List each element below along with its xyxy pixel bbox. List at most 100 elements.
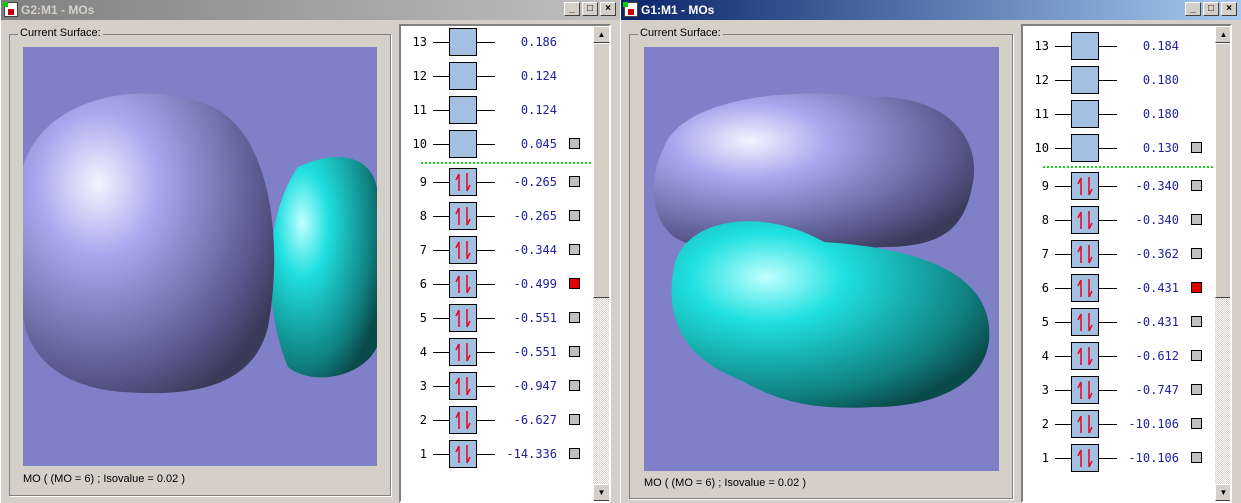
- scroll-thumb[interactable]: [593, 43, 609, 298]
- orbital-surface-toggle[interactable]: [569, 244, 580, 255]
- orbital-row[interactable]: 1 -10.106: [1023, 444, 1213, 474]
- orbital-row[interactable]: 2 -6.627: [401, 406, 591, 436]
- orbital-level-box[interactable]: [449, 96, 477, 124]
- orbital-row[interactable]: 4 -0.612: [1023, 342, 1213, 372]
- orbital-row[interactable]: 5 -0.551: [401, 304, 591, 334]
- orbital-level-box[interactable]: [1071, 274, 1099, 302]
- orbital-surface-toggle[interactable]: [569, 346, 580, 357]
- orbital-row[interactable]: 1 -14.336: [401, 440, 591, 470]
- scroll-thumb[interactable]: [1215, 43, 1230, 298]
- orbital-surface-toggle[interactable]: [569, 448, 580, 459]
- orbital-row[interactable]: 13 0.184: [1023, 32, 1213, 62]
- orbital-row[interactable]: 12 0.180: [1023, 66, 1213, 96]
- orbital-level-box[interactable]: [1071, 100, 1099, 128]
- title-bar[interactable]: G1:M1 - MOs _ □ ×: [621, 0, 1241, 20]
- orbital-row[interactable]: 3 -0.747: [1023, 376, 1213, 406]
- orbital-level-box[interactable]: [1071, 172, 1099, 200]
- orbital-row[interactable]: 11 0.180: [1023, 100, 1213, 130]
- orbital-number: 13: [1034, 39, 1049, 53]
- electron-pair-icon: [1077, 211, 1093, 230]
- orbital-level-box[interactable]: [449, 168, 477, 196]
- title-bar[interactable]: G2:M1 - MOs _ □ ×: [1, 0, 620, 20]
- orbital-surface-toggle[interactable]: [1191, 282, 1202, 293]
- orbital-row[interactable]: 10 0.045: [401, 130, 591, 160]
- mo-list[interactable]: 13 0.184 12 0.180 11 0.180 10 0.130 9 -0…: [1021, 24, 1232, 503]
- orbital-level-box[interactable]: [449, 202, 477, 230]
- mo-list[interactable]: 13 0.186 12 0.124 11 0.124 10 0.045 9 -0…: [399, 24, 611, 503]
- orbital-surface-toggle[interactable]: [1191, 350, 1202, 361]
- orbital-level-box[interactable]: [449, 440, 477, 468]
- orbital-surface-toggle[interactable]: [1191, 142, 1202, 153]
- orbital-level-box[interactable]: [1071, 32, 1099, 60]
- orbital-row[interactable]: 12 0.124: [401, 62, 591, 92]
- orbital-row[interactable]: 6 -0.499: [401, 270, 591, 300]
- orbital-surface-toggle[interactable]: [569, 312, 580, 323]
- close-button[interactable]: ×: [600, 2, 616, 16]
- orbital-level-box[interactable]: [449, 406, 477, 434]
- orbital-level-box[interactable]: [449, 338, 477, 366]
- orbital-surface-toggle[interactable]: [569, 278, 580, 289]
- orbital-level-box[interactable]: [1071, 66, 1099, 94]
- orbital-surface-toggle[interactable]: [1191, 452, 1202, 463]
- orbital-surface-toggle[interactable]: [569, 414, 580, 425]
- orbital-number: 9: [419, 175, 427, 189]
- orbital-surface-toggle[interactable]: [1191, 248, 1202, 259]
- scrollbar[interactable]: ▲ ▼: [1215, 26, 1230, 501]
- minimize-button[interactable]: _: [1185, 2, 1201, 16]
- orbital-row[interactable]: 3 -0.947: [401, 372, 591, 402]
- orbital-level-box[interactable]: [449, 130, 477, 158]
- orbital-row[interactable]: 7 -0.344: [401, 236, 591, 266]
- orbital-row[interactable]: 4 -0.551: [401, 338, 591, 368]
- scroll-down-button[interactable]: ▼: [1215, 484, 1230, 501]
- orbital-level-box[interactable]: [449, 28, 477, 56]
- orbital-row[interactable]: 13 0.186: [401, 28, 591, 58]
- orbital-row[interactable]: 11 0.124: [401, 96, 591, 126]
- maximize-button[interactable]: □: [582, 2, 598, 16]
- level-line: [433, 76, 449, 77]
- close-button[interactable]: ×: [1221, 2, 1237, 16]
- orbital-surface-toggle[interactable]: [1191, 316, 1202, 327]
- orbital-level-box[interactable]: [1071, 308, 1099, 336]
- orbital-surface-toggle[interactable]: [569, 138, 580, 149]
- orbital-level-box[interactable]: [1071, 240, 1099, 268]
- orbital-row[interactable]: 7 -0.362: [1023, 240, 1213, 270]
- orbital-row[interactable]: 8 -0.340: [1023, 206, 1213, 236]
- scroll-up-button[interactable]: ▲: [593, 26, 609, 43]
- orbital-level-box[interactable]: [449, 270, 477, 298]
- level-line: [433, 454, 449, 455]
- orbital-surface-toggle[interactable]: [569, 380, 580, 391]
- orbital-level-box[interactable]: [449, 236, 477, 264]
- orbital-level-box[interactable]: [1071, 134, 1099, 162]
- scroll-up-button[interactable]: ▲: [1215, 26, 1230, 43]
- orbital-surface-toggle[interactable]: [1191, 214, 1202, 225]
- orbital-row[interactable]: 5 -0.431: [1023, 308, 1213, 338]
- orbital-row[interactable]: 9 -0.340: [1023, 172, 1213, 202]
- orbital-level-box[interactable]: [1071, 206, 1099, 234]
- orbital-surface-toggle[interactable]: [569, 176, 580, 187]
- orbital-row[interactable]: 6 -0.431: [1023, 274, 1213, 304]
- orbital-surface-toggle[interactable]: [1191, 384, 1202, 395]
- orbital-energy: -0.265: [513, 175, 557, 189]
- orbital-level-box[interactable]: [449, 372, 477, 400]
- orbital-surface-toggle[interactable]: [1191, 180, 1202, 191]
- orbital-surface-toggle[interactable]: [569, 210, 580, 221]
- surface-viewport[interactable]: [644, 47, 999, 471]
- orbital-level-box[interactable]: [1071, 342, 1099, 370]
- orbital-row[interactable]: 8 -0.265: [401, 202, 591, 232]
- scroll-down-button[interactable]: ▼: [593, 484, 609, 501]
- orbital-level-box[interactable]: [449, 62, 477, 90]
- orbital-row[interactable]: 2 -10.106: [1023, 410, 1213, 440]
- orbital-level-box[interactable]: [1071, 444, 1099, 472]
- minimize-button[interactable]: _: [564, 2, 580, 16]
- maximize-button[interactable]: □: [1203, 2, 1219, 16]
- electron-pair-icon: [1077, 347, 1093, 366]
- scrollbar[interactable]: ▲ ▼: [593, 26, 609, 501]
- orbital-row[interactable]: 9 -0.265: [401, 168, 591, 198]
- level-line: [433, 352, 449, 353]
- orbital-level-box[interactable]: [1071, 410, 1099, 438]
- orbital-row[interactable]: 10 0.130: [1023, 134, 1213, 164]
- orbital-level-box[interactable]: [449, 304, 477, 332]
- orbital-surface-toggle[interactable]: [1191, 418, 1202, 429]
- orbital-level-box[interactable]: [1071, 376, 1099, 404]
- surface-viewport[interactable]: [22, 47, 378, 466]
